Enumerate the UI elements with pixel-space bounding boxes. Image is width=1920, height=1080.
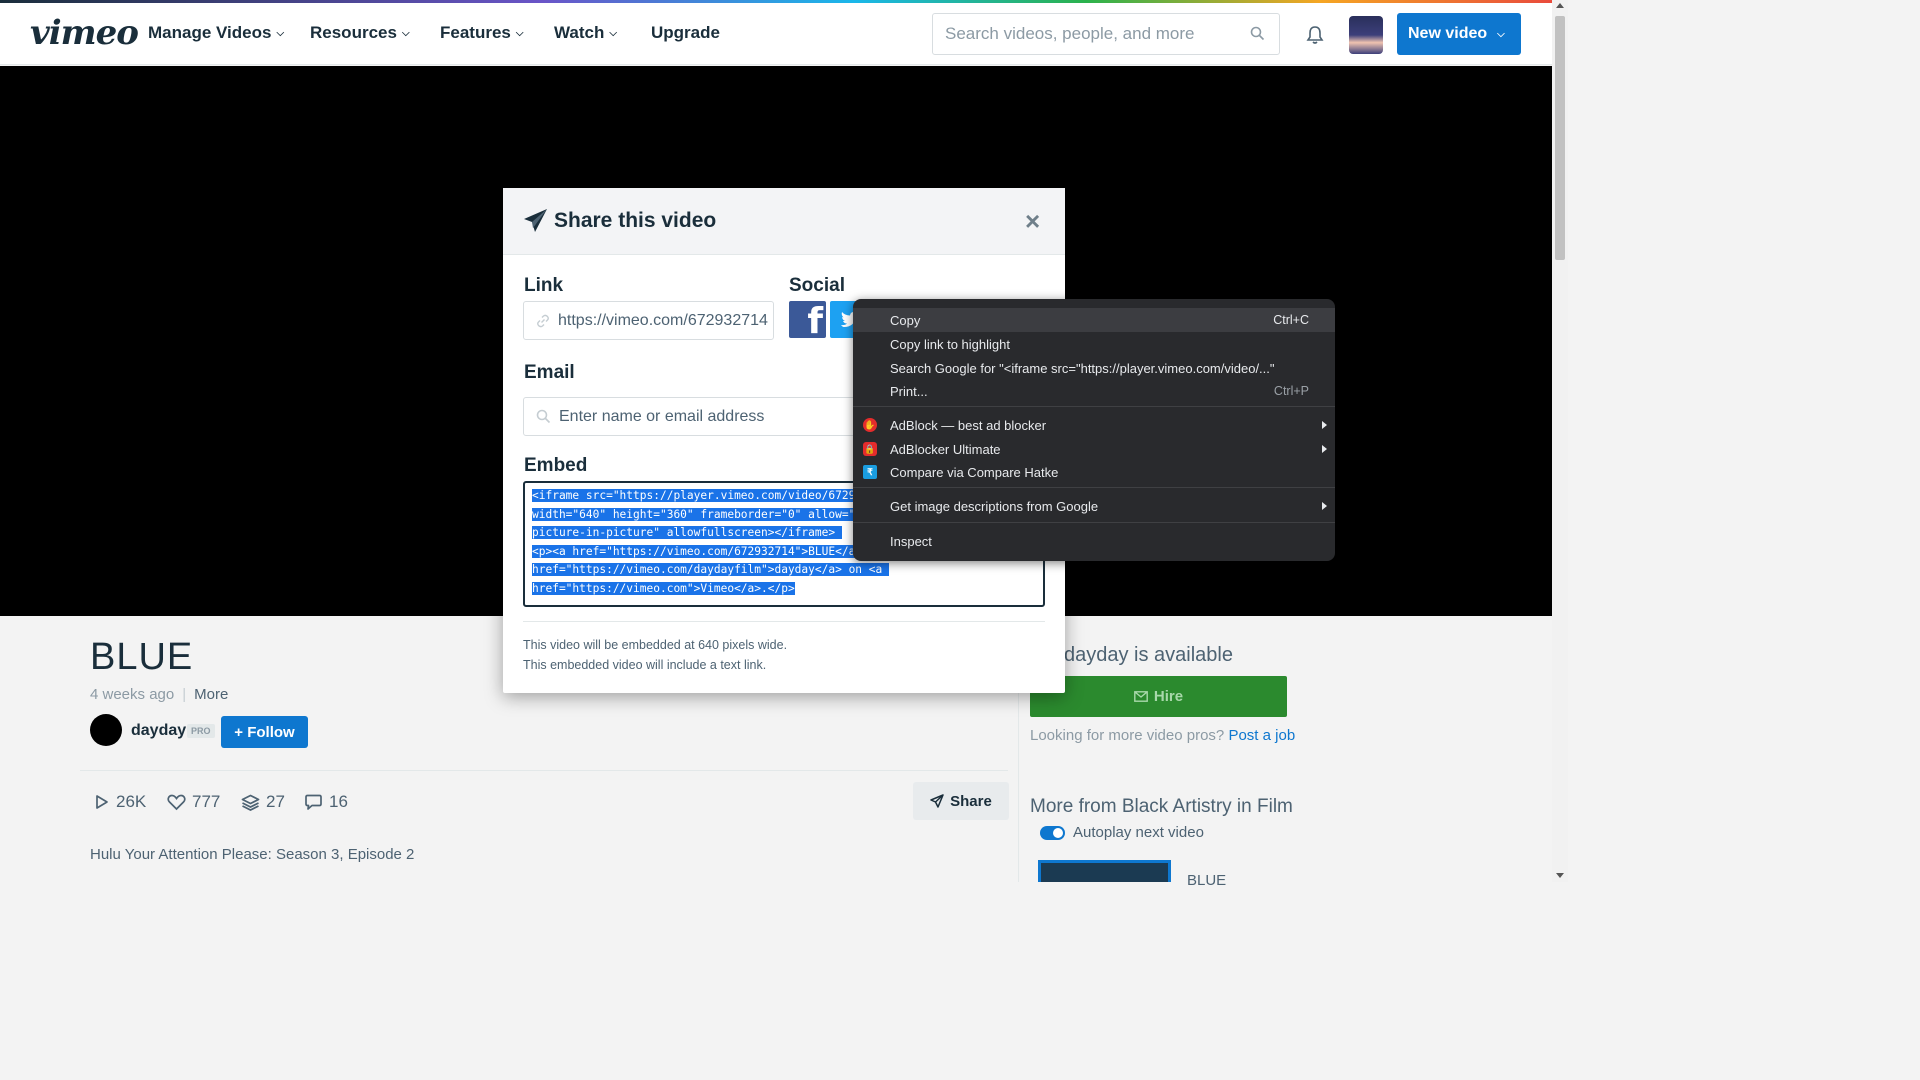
posted-date: 4 weeks ago: [90, 686, 175, 703]
comments-stat[interactable]: 16: [304, 792, 348, 812]
chevron-down-icon: ⌵: [401, 28, 410, 39]
compare-hatke-icon: ₹: [863, 465, 877, 479]
embed-line: picture-in-picture" allowfullscreen></if…: [532, 526, 842, 539]
modal-header: Share this video ×: [503, 188, 1065, 255]
nav-features[interactable]: Features ⌵: [440, 23, 523, 43]
heart-icon: [167, 794, 186, 810]
scroll-up-arrow[interactable]: [1556, 3, 1564, 8]
search-icon: [536, 409, 551, 424]
site-header: vimeo Manage Videos ⌵ Resources ⌵ Features…: [0, 3, 1552, 65]
submenu-arrow-icon: [1322, 502, 1327, 510]
search-icon[interactable]: [1250, 26, 1265, 41]
pros-text: Looking for more video pros? Post a job: [1030, 727, 1296, 744]
paper-plane-icon: [524, 209, 547, 232]
embed-label: Embed: [524, 455, 588, 476]
lock-icon: 🔒: [863, 442, 877, 456]
menu-item-copy[interactable]: Copy Ctrl+C: [853, 308, 1335, 332]
menu-item-inspect[interactable]: Inspect: [853, 529, 1335, 553]
plays-stat[interactable]: 26K: [94, 792, 146, 812]
more-link[interactable]: More: [194, 686, 228, 703]
embed-link-note: This embedded video will include a text …: [523, 658, 767, 672]
user-avatar[interactable]: [1349, 16, 1383, 54]
more-from-heading: More from Black Artistry in Film: [1030, 796, 1293, 817]
menu-item-search-google[interactable]: Search Google for "<iframe src="https://…: [853, 356, 1335, 380]
likes-stat[interactable]: 777: [167, 792, 220, 812]
menu-item-adblock[interactable]: ✋ AdBlock — best ad blocker: [853, 413, 1335, 437]
divider: [80, 770, 1008, 771]
author-name[interactable]: dayday: [131, 722, 186, 740]
menu-separator: [853, 522, 1335, 523]
menu-item-image-descriptions[interactable]: Get image descriptions from Google: [853, 494, 1335, 518]
menu-separator: [853, 487, 1335, 488]
link-value: https://vimeo.com/672932714: [558, 311, 768, 329]
video-description: Hulu Your Attention Please: Season 3, Ep…: [90, 846, 415, 863]
availability-heading: dayday is available: [1064, 644, 1233, 666]
embed-line: <iframe src="https://player.vimeo.com/vi…: [532, 489, 856, 502]
embed-line: href="https://vimeo.com/daydayfilm">dayd…: [532, 563, 889, 576]
hire-button[interactable]: Hire: [1030, 676, 1287, 717]
search-input[interactable]: [933, 14, 1233, 54]
nav-watch[interactable]: Watch ⌵: [554, 23, 617, 43]
video-meta: 4 weeks ago | More: [90, 686, 229, 703]
nav-resources[interactable]: Resources ⌵: [310, 23, 410, 43]
submenu-arrow-icon: [1322, 445, 1327, 453]
scrollbar-thumb[interactable]: [1555, 16, 1565, 260]
pro-badge: PRO: [187, 724, 215, 738]
next-video-thumbnail[interactable]: [1038, 860, 1171, 882]
menu-separator: [853, 406, 1335, 407]
bell-icon[interactable]: [1306, 25, 1324, 45]
chevron-down-icon: ⌵: [276, 28, 285, 39]
menu-item-copy-link-to-highlight[interactable]: Copy link to highlight: [853, 332, 1335, 356]
facebook-share-button[interactable]: f: [789, 301, 826, 338]
autoplay-row: Autoplay next video: [1040, 824, 1204, 841]
paper-plane-icon: [930, 794, 944, 808]
adblock-hand-icon: ✋: [863, 418, 877, 432]
context-menu: Copy Ctrl+C Copy link to highlight Searc…: [853, 299, 1335, 561]
link-field[interactable]: https://vimeo.com/672932714: [523, 301, 774, 340]
modal-title: Share this video: [554, 209, 717, 232]
embed-line: width="640" height="360" frameborder="0"…: [532, 507, 856, 521]
layers-icon: [241, 794, 260, 811]
chevron-down-icon: ⌵: [1497, 28, 1505, 40]
author-avatar[interactable]: [90, 714, 122, 746]
chevron-down-icon: ⌵: [515, 28, 524, 39]
email-label: Email: [524, 362, 575, 383]
collections-stat[interactable]: 27: [241, 792, 285, 812]
embed-line: href="https://vimeo.com">Vimeo</a>.</p>: [532, 581, 795, 595]
envelope-icon: [1134, 691, 1148, 702]
social-label: Social: [789, 275, 845, 296]
link-icon: [537, 314, 549, 327]
autoplay-toggle[interactable]: [1040, 825, 1065, 840]
follow-button[interactable]: + Follow: [221, 716, 308, 748]
nav-manage-videos[interactable]: Manage Videos ⌵: [148, 23, 284, 43]
menu-item-print[interactable]: Print... Ctrl+P: [853, 379, 1335, 403]
divider: [523, 621, 1045, 622]
facebook-icon: f: [807, 301, 823, 339]
play-icon: [96, 795, 108, 809]
embed-line: <p><a href="https://vimeo.com/672932714"…: [532, 544, 856, 558]
vimeo-logo[interactable]: vimeo: [30, 13, 139, 53]
new-video-button[interactable]: New video ⌵: [1397, 13, 1521, 55]
menu-item-compare-hatke[interactable]: ₹ Compare via Compare Hatke: [853, 460, 1335, 484]
next-video-title[interactable]: BLUE: [1187, 872, 1226, 889]
video-title: BLUE: [90, 636, 194, 678]
chevron-down-icon: ⌵: [609, 28, 617, 39]
search-box: [932, 13, 1280, 55]
share-button[interactable]: Share: [913, 782, 1009, 820]
post-job-link[interactable]: Post a job: [1228, 727, 1295, 744]
page-scrollbar[interactable]: [1552, 0, 1568, 882]
scroll-down-arrow[interactable]: [1556, 873, 1564, 878]
embed-width-note: This video will be embedded at 640 pixel…: [523, 638, 788, 652]
link-label: Link: [524, 275, 564, 296]
close-icon[interactable]: ×: [1025, 206, 1040, 237]
nav-upgrade[interactable]: Upgrade: [651, 23, 720, 43]
menu-item-adblocker-ultimate[interactable]: 🔒 AdBlocker Ultimate: [853, 437, 1335, 461]
comment-icon: [305, 794, 322, 810]
submenu-arrow-icon: [1322, 421, 1327, 429]
